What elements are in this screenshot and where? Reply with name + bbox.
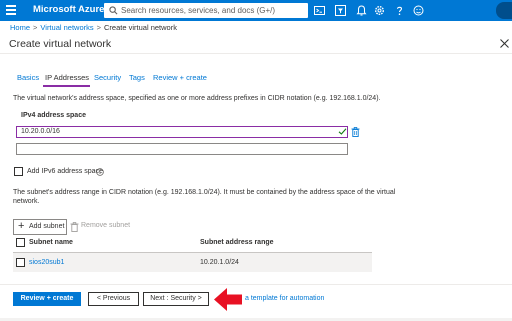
breadcrumb: Home > Virtual networks > Create virtual net… [10,23,177,32]
ipv6-label[interactable]: Add IPv6 address space [27,168,103,175]
previous-label: < Previous [96,295,131,302]
add-subnet-label: Add subnet [29,223,65,230]
close-icon[interactable] [499,38,510,49]
ipv4-address-value: 10.20.0.0/16 [21,128,60,135]
search-icon [109,6,118,15]
cloud-shell-icon[interactable] [313,4,326,17]
active-tab-indicator [43,85,90,87]
top-bar: Microsoft Azure Search resources, servic… [0,0,512,21]
review-create-button[interactable]: Review + create [13,292,81,306]
row-checkbox[interactable] [16,258,25,267]
tab-tags[interactable]: Tags [129,73,145,82]
feedback-icon[interactable] [412,4,425,17]
directory-filter-icon[interactable] [334,4,347,17]
ipv6-checkbox[interactable] [14,167,23,176]
add-subnet-button[interactable]: + Add subnet [13,219,67,235]
tab-security[interactable]: Security [94,73,121,82]
previous-button[interactable]: < Previous [88,292,139,306]
footer-divider [0,284,512,285]
breadcrumb-separator: > [96,23,102,32]
gear-icon[interactable] [373,4,386,17]
subnet-name-link[interactable]: sios20sub1 [29,259,64,266]
remove-subnet-button[interactable]: Remove subnet [81,222,130,229]
search-placeholder: Search resources, services, and docs (G+… [121,5,276,15]
page-title: Create virtual network [9,38,112,50]
subnet-description-line2: network. [13,198,40,205]
automation-template-link[interactable]: a template for automation [245,295,324,302]
tab-basics[interactable]: Basics [17,73,39,82]
breadcrumb-separator: > [33,23,38,32]
select-all-checkbox[interactable] [16,238,25,247]
help-icon[interactable] [393,4,406,17]
breadcrumb-virtual-networks[interactable]: Virtual networks [40,23,93,32]
breadcrumb-current: Create virtual network [104,23,177,32]
avatar[interactable] [496,2,512,19]
table-header: Subnet name Subnet address range [13,237,372,251]
new-address-input[interactable] [16,143,348,155]
header-divider [0,53,512,54]
delete-icon [70,222,79,232]
ipv4-address-space-label: IPv4 address space [21,112,86,119]
tab-ip-addresses[interactable]: IP Addresses [45,73,89,82]
bell-icon[interactable] [355,4,368,17]
column-header-subnet-name: Subnet name [29,239,73,246]
plus-icon: + [18,220,25,232]
info-icon[interactable] [96,168,104,176]
column-header-subnet-range: Subnet address range [200,239,274,246]
address-space-description: The virtual network's address space, spe… [13,95,381,102]
search-input[interactable]: Search resources, services, and docs (G+… [104,3,308,18]
next-label: Next : Security > [150,295,202,302]
subnet-description-line1: The subnet's address range in CIDR notat… [13,189,396,196]
review-create-label: Review + create [20,294,74,302]
table-row[interactable]: sios20sub1 10.20.1.0/24 [13,253,372,272]
brand-title[interactable]: Microsoft Azure [33,4,104,15]
delete-icon[interactable] [351,127,360,137]
subnet-range-cell: 10.20.1.0/24 [200,259,239,266]
red-arrow-icon [214,288,242,311]
next-button[interactable]: Next : Security > [143,292,209,306]
tab-review-create[interactable]: Review + create [153,73,207,82]
menu-icon[interactable] [6,5,16,15]
checkmark-icon [338,128,347,135]
breadcrumb-home[interactable]: Home [10,23,30,32]
ipv4-address-input[interactable]: 10.20.0.0/16 [16,126,348,138]
